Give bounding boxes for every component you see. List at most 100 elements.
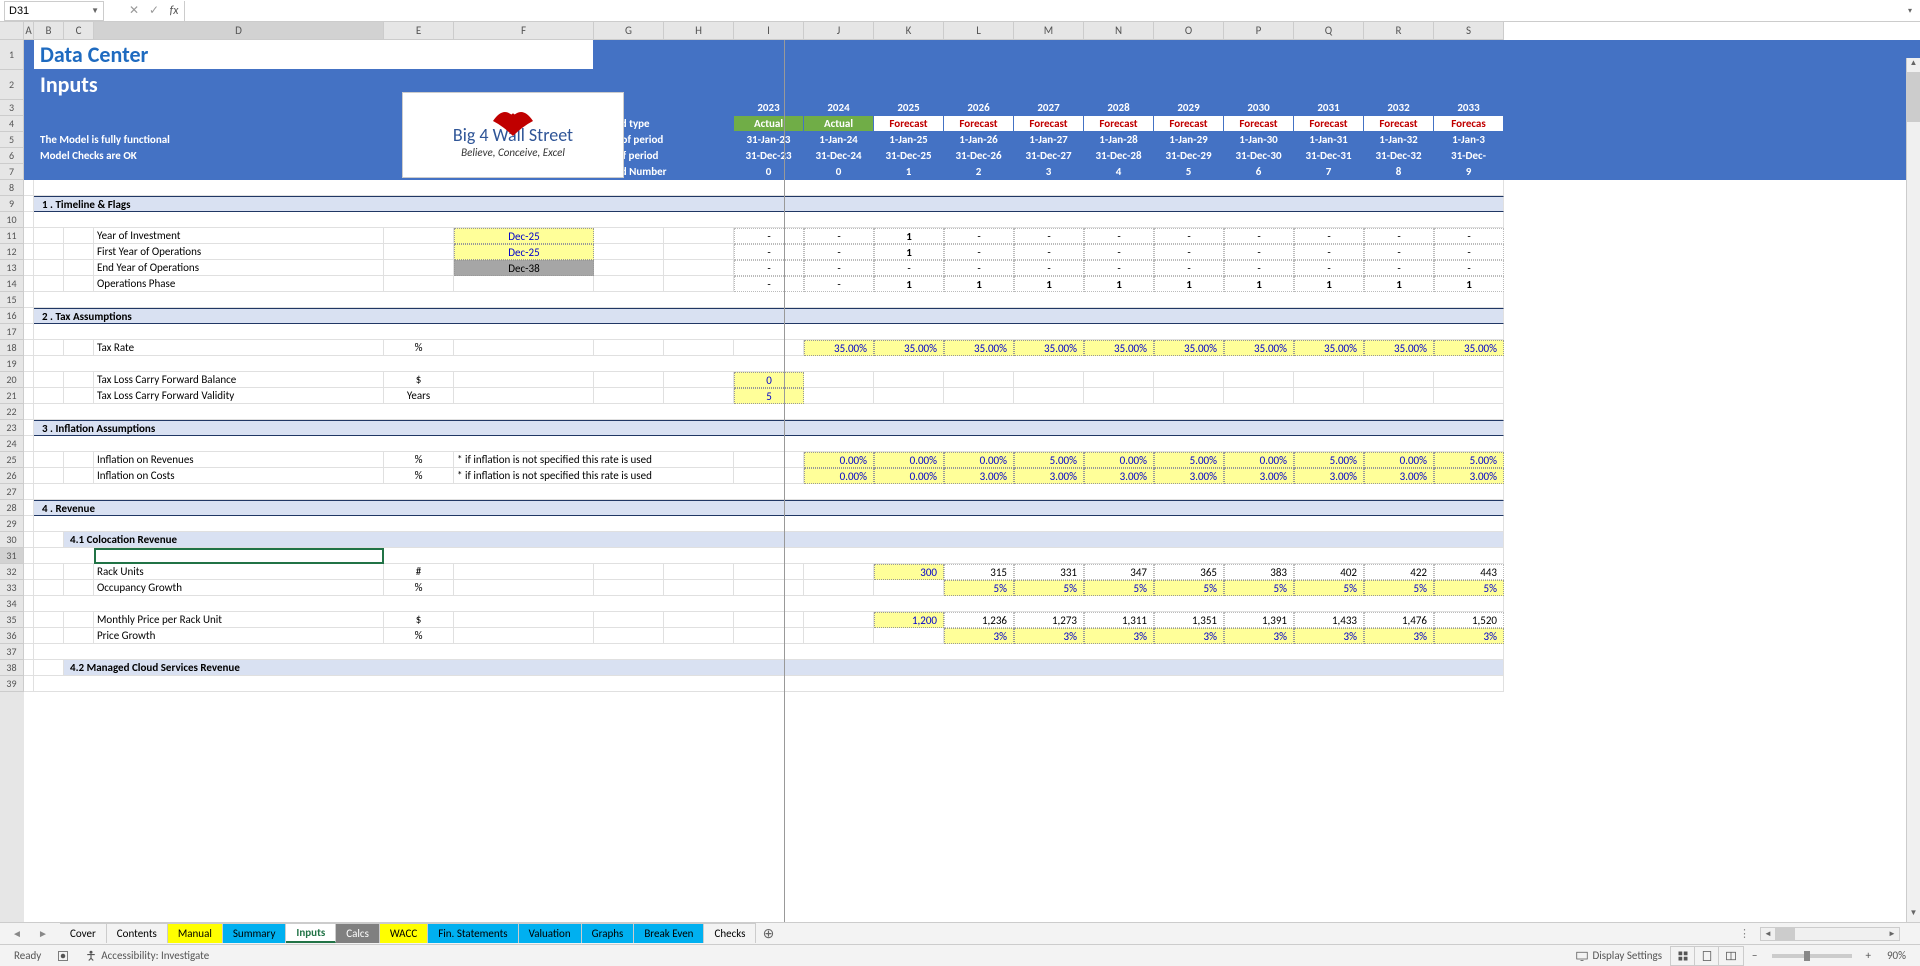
data-cell[interactable]: 3.00% [1364,468,1434,484]
flag-cell[interactable]: 1 [1294,276,1364,292]
cell[interactable] [34,276,64,292]
row-header-17[interactable]: 17 [0,324,24,340]
cell[interactable] [24,436,34,452]
cell[interactable] [34,548,1504,564]
sheet-tab-summary[interactable]: Summary [223,923,287,943]
cell[interactable] [24,372,34,388]
col-header-I[interactable]: I [734,22,804,40]
col-header-Q[interactable]: Q [1294,22,1364,40]
sheet-tab-manual[interactable]: Manual [168,923,223,943]
row-header-21[interactable]: 21 [0,388,24,404]
cell[interactable] [594,580,664,596]
cell[interactable] [594,228,664,244]
data-cell[interactable]: 35.00% [804,340,874,356]
row-header-6[interactable]: 6 [0,148,24,164]
cell[interactable] [64,452,94,468]
data-cell[interactable]: 3.00% [1084,468,1154,484]
flag-cell[interactable]: - [804,260,874,276]
data-cell[interactable]: 3.00% [1014,468,1084,484]
cell[interactable] [24,40,34,70]
flag-cell[interactable]: 1 [1224,276,1294,292]
cell[interactable] [24,452,34,468]
name-box[interactable]: ▼ [4,1,104,21]
sheet-tab-cover[interactable]: Cover [60,923,107,943]
row-header-1[interactable]: 1 [0,40,24,70]
cell[interactable] [24,228,34,244]
cell[interactable] [24,644,34,660]
cell[interactable] [34,244,64,260]
row-header-4[interactable]: 4 [0,116,24,132]
col-header-L[interactable]: L [944,22,1014,40]
input-value[interactable]: 0 [734,372,804,388]
data-cell[interactable]: 35.00% [1434,340,1504,356]
data-cell[interactable]: 5% [1364,580,1434,596]
cell[interactable] [944,388,1014,404]
data-cell[interactable]: 0.00% [1224,452,1294,468]
data-cell[interactable]: 5.00% [1294,452,1364,468]
data-cell[interactable]: 0.00% [804,468,874,484]
data-cell[interactable]: 1,520 [1434,612,1504,628]
cell[interactable] [1014,372,1084,388]
cell[interactable] [34,436,1504,452]
flag-cell[interactable]: - [944,228,1014,244]
data-cell[interactable]: 5% [1014,580,1084,596]
cell[interactable] [24,308,34,324]
data-cell[interactable]: 331 [1014,564,1084,580]
data-cell[interactable]: 35.00% [1014,340,1084,356]
flag-cell[interactable]: - [1434,260,1504,276]
data-cell[interactable]: 0.00% [1364,452,1434,468]
cell[interactable] [1434,388,1504,404]
data-cell[interactable] [804,612,874,628]
flag-cell[interactable]: - [944,244,1014,260]
cell[interactable] [24,196,34,212]
flag-cell[interactable]: 1 [944,276,1014,292]
data-cell[interactable]: 443 [1434,564,1504,580]
row-header-31[interactable]: 31 [0,548,24,564]
cell[interactable] [1434,372,1504,388]
col-header-F[interactable]: F [454,22,594,40]
spreadsheet-cells[interactable]: Big 4 Wall Street Believe, Conceive, Exc… [24,40,1920,922]
data-cell[interactable]: 300 [874,564,944,580]
input-value[interactable]: Dec-25 [454,244,594,260]
accessibility-status[interactable]: Accessibility: Investigate [77,949,217,962]
cell[interactable] [1224,388,1294,404]
normal-view-button[interactable] [1671,947,1695,965]
row-header-22[interactable]: 22 [0,404,24,420]
data-cell[interactable]: 1,391 [1224,612,1294,628]
cell[interactable] [594,564,664,580]
flag-cell[interactable]: - [1014,244,1084,260]
row-header-23[interactable]: 23 [0,420,24,436]
row-header-13[interactable]: 13 [0,260,24,276]
sheet-tab-valuation[interactable]: Valuation [519,923,582,943]
data-cell[interactable] [734,612,804,628]
row-header-39[interactable]: 39 [0,676,24,692]
col-header-G[interactable]: G [594,22,664,40]
zoom-level[interactable]: 90% [1879,949,1914,962]
row-header-15[interactable]: 15 [0,292,24,308]
flag-cell[interactable]: - [804,228,874,244]
cell[interactable] [24,468,34,484]
data-cell[interactable]: 35.00% [944,340,1014,356]
cell[interactable] [874,388,944,404]
data-cell[interactable]: 3.00% [944,468,1014,484]
cell[interactable] [34,228,64,244]
cell[interactable] [24,356,34,372]
scroll-down-icon[interactable]: ▼ [1907,908,1920,922]
data-cell[interactable]: 5.00% [1434,452,1504,468]
data-cell[interactable]: 35.00% [1224,340,1294,356]
cell[interactable] [34,660,64,676]
cell[interactable] [1154,372,1224,388]
cell[interactable] [594,340,664,356]
formula-expand-icon[interactable]: ▾ [1900,6,1920,16]
cell[interactable] [34,372,64,388]
data-cell[interactable]: 0.00% [874,452,944,468]
cell[interactable] [24,564,34,580]
row-header-37[interactable]: 37 [0,644,24,660]
data-cell[interactable]: 3% [944,628,1014,644]
cell[interactable] [664,580,734,596]
cell[interactable] [34,292,1504,308]
row-header-34[interactable]: 34 [0,596,24,612]
col-header-H[interactable]: H [664,22,734,40]
data-cell[interactable]: 35.00% [1294,340,1364,356]
cell[interactable] [24,628,34,644]
